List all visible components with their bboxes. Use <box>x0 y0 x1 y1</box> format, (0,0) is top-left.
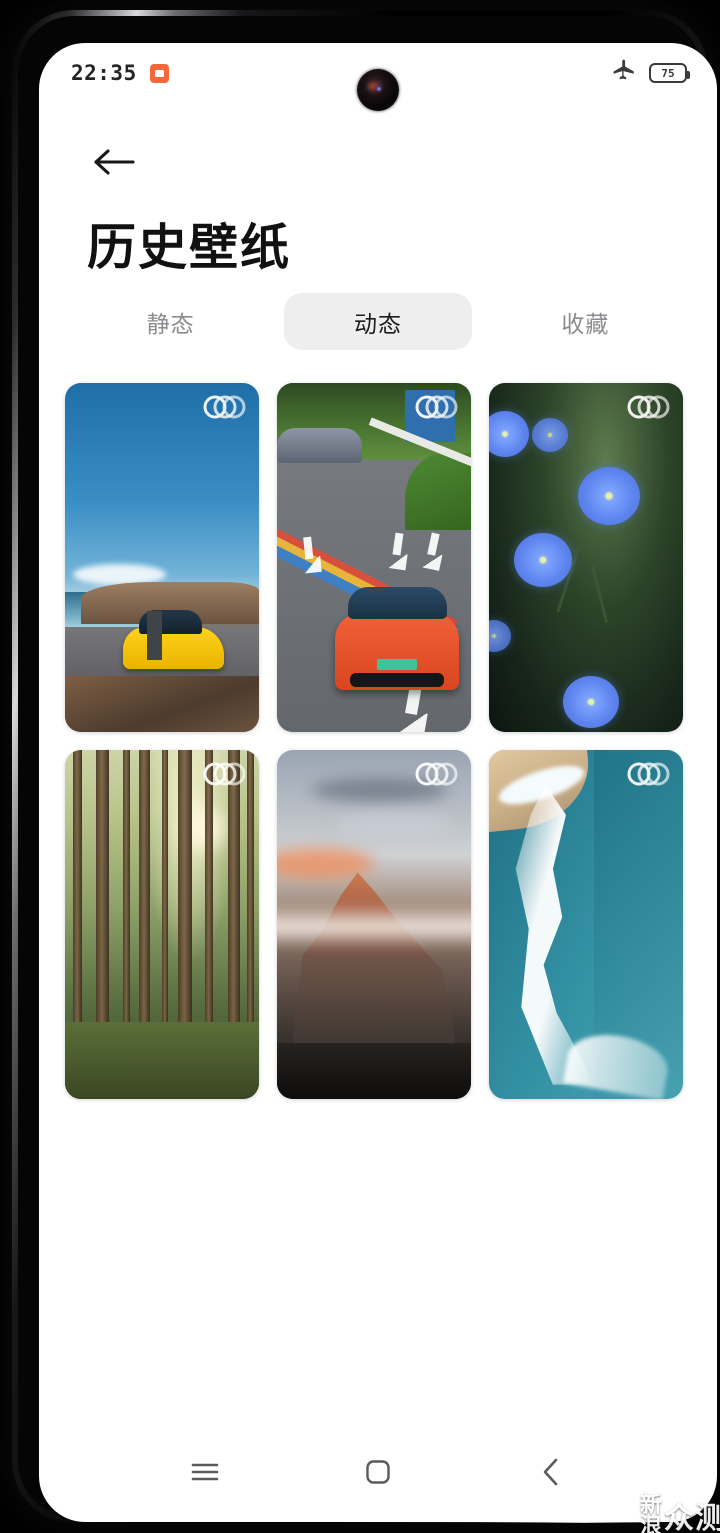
airplane-mode-icon <box>611 58 637 89</box>
wallpaper-card-yellow-sports-car-coast[interactable] <box>65 383 259 732</box>
recents-button[interactable] <box>173 1446 237 1502</box>
front-camera-punch-hole <box>357 69 399 111</box>
wallpaper-card-orange-car-striped-road[interactable] <box>277 383 471 732</box>
tab-bar: 静态 动态 收藏 <box>39 293 717 350</box>
wallpaper-thumbnail <box>489 750 683 1099</box>
wallpaper-card-blue-flax-flowers[interactable] <box>489 383 683 732</box>
wallpaper-thumbnail <box>65 383 259 732</box>
wallpaper-card-sunset-mountain-clouds[interactable] <box>277 750 471 1099</box>
tab-dynamic[interactable]: 动态 <box>283 293 472 350</box>
tab-static[interactable]: 静态 <box>77 293 265 350</box>
page-title: 历史壁纸 <box>87 221 292 275</box>
wallpaper-thumbnail <box>489 383 683 732</box>
tab-favorites[interactable]: 收藏 <box>491 293 679 350</box>
wallpaper-thumbnail <box>65 750 259 1099</box>
back-chevron-icon <box>540 1457 562 1492</box>
wallpaper-thumbnail <box>277 383 471 732</box>
home-square-icon <box>364 1458 392 1491</box>
status-bar-left: 22:35 <box>71 61 169 85</box>
status-bar-right: 75 <box>611 58 690 89</box>
phone-frame: 22:35 75 历史壁纸 静态 动态 收藏 <box>12 10 717 1523</box>
status-clock: 22:35 <box>71 61 137 85</box>
back-nav-button[interactable] <box>519 1446 583 1502</box>
home-button[interactable] <box>346 1446 410 1502</box>
back-button[interactable] <box>85 136 143 188</box>
wallpaper-grid <box>65 383 691 1099</box>
wallpaper-card-turquoise-ocean-wave[interactable] <box>489 750 683 1099</box>
phone-screen: 22:35 75 历史壁纸 静态 动态 收藏 <box>39 43 717 1522</box>
phone-frame-inner: 22:35 75 历史壁纸 静态 动态 收藏 <box>18 16 717 1522</box>
back-arrow-icon <box>91 145 137 179</box>
screen-record-icon <box>149 63 169 83</box>
battery-indicator: 75 <box>649 63 690 83</box>
system-navigation-bar <box>39 1426 717 1522</box>
recents-menu-icon <box>190 1460 220 1489</box>
screenshot-stage: 22:35 75 历史壁纸 静态 动态 收藏 新 浪 众测 <box>0 0 720 1533</box>
wallpaper-thumbnail <box>277 750 471 1099</box>
wallpaper-card-sunlit-pine-forest[interactable] <box>65 750 259 1099</box>
